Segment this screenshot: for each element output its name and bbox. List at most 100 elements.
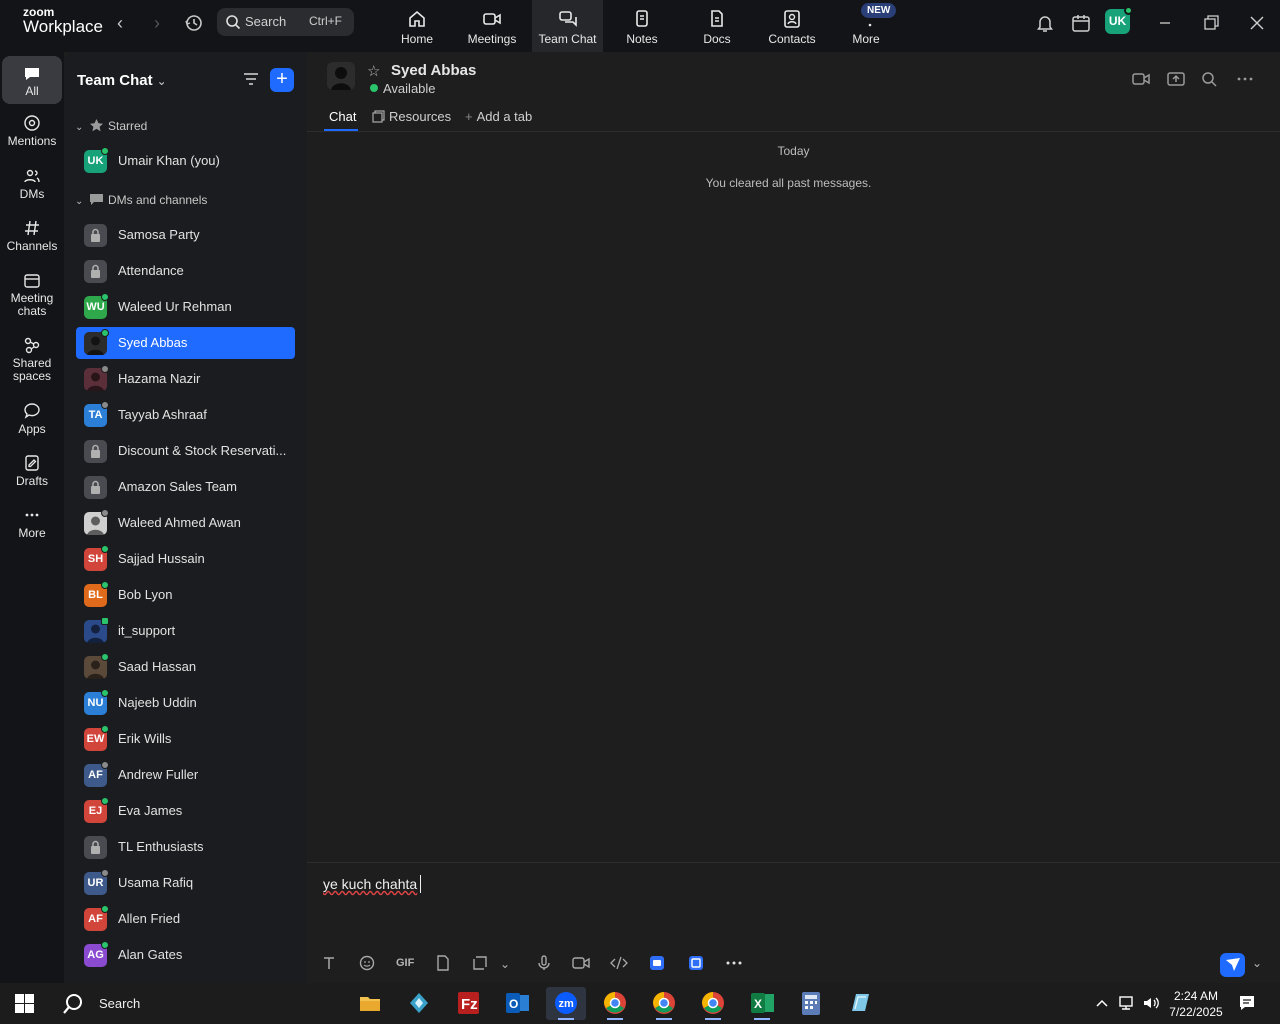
- chat-list-item[interactable]: AF Andrew Fuller: [76, 759, 295, 791]
- chrome-icon[interactable]: [595, 987, 635, 1020]
- screenshot-options-chevron-icon[interactable]: ⌄: [500, 957, 510, 971]
- chat-list-item[interactable]: Discount & Stock Reservati...: [76, 435, 295, 467]
- chat-list-item[interactable]: BL Bob Lyon: [76, 579, 295, 611]
- chat-list-item[interactable]: Attendance: [76, 255, 295, 287]
- notepad-icon[interactable]: [840, 987, 880, 1020]
- tab-home[interactable]: Home: [393, 0, 441, 52]
- rail-drafts[interactable]: Drafts: [2, 454, 62, 488]
- chat-list-item[interactable]: UK Umair Khan (you): [76, 145, 295, 177]
- chat-list-item[interactable]: NU Najeeb Uddin: [76, 687, 295, 719]
- emoji-icon[interactable]: [359, 955, 375, 971]
- search-icon[interactable]: [61, 992, 85, 1016]
- chat-list-item[interactable]: it_support: [76, 615, 295, 647]
- tab-chat[interactable]: Chat: [329, 109, 356, 124]
- volume-icon[interactable]: [1142, 995, 1160, 1011]
- rail-meeting-chats[interactable]: Meeting chats: [2, 271, 62, 318]
- chat-list-item[interactable]: Syed Abbas: [76, 327, 295, 359]
- message-input[interactable]: ye kuch chahta: [323, 875, 422, 893]
- chat-list-item[interactable]: TL Enthusiasts: [76, 831, 295, 863]
- presence-dot: [101, 329, 109, 337]
- app-shortcut-icon[interactable]: [649, 955, 665, 971]
- calculator-icon[interactable]: [791, 987, 831, 1020]
- chat-list-item[interactable]: EJ Eva James: [76, 795, 295, 827]
- file-explorer-icon[interactable]: [350, 987, 390, 1020]
- file-icon[interactable]: [435, 955, 451, 971]
- filter-icon[interactable]: [242, 70, 260, 88]
- chat-list-item[interactable]: TA Tayyab Ashraaf: [76, 399, 295, 431]
- notifications-icon[interactable]: [1238, 994, 1256, 1012]
- chat-list-item[interactable]: Saad Hassan: [76, 651, 295, 683]
- rail-apps[interactable]: Apps: [2, 402, 62, 436]
- chat-list-item[interactable]: UR Usama Rafiq: [76, 867, 295, 899]
- tab-notes[interactable]: Notes: [618, 0, 666, 52]
- history-icon[interactable]: [181, 10, 207, 36]
- app-shortcut-icon[interactable]: [688, 955, 704, 971]
- rail-mentions[interactable]: Mentions: [2, 114, 62, 148]
- send-button[interactable]: [1220, 953, 1245, 977]
- bell-icon[interactable]: [1034, 12, 1056, 34]
- video-message-icon[interactable]: [572, 955, 590, 971]
- chat-list-item[interactable]: Amazon Sales Team: [76, 471, 295, 503]
- tab-contacts[interactable]: Contacts: [766, 0, 818, 52]
- excel-icon[interactable]: X: [742, 987, 782, 1020]
- starred-section-header[interactable]: ⌄ Starred: [75, 118, 147, 133]
- minimize-icon[interactable]: [1154, 12, 1176, 34]
- chat-list-item[interactable]: EW Erik Wills: [76, 723, 295, 755]
- chat-list-item[interactable]: AF Allen Fried: [76, 903, 295, 935]
- rail-shared-spaces[interactable]: Shared spaces: [2, 336, 62, 383]
- send-options-chevron-icon[interactable]: ⌄: [1252, 956, 1262, 970]
- chat-list-item[interactable]: AG Alan Gates: [76, 939, 295, 971]
- microphone-icon[interactable]: [536, 955, 552, 971]
- message-composer[interactable]: ye kuch chahta GIF ⌄ ⌄: [307, 862, 1280, 983]
- more-options-icon[interactable]: [1236, 70, 1254, 88]
- system-clock[interactable]: 2:24 AM 7/22/2025: [1168, 988, 1224, 1020]
- global-search[interactable]: Search Ctrl+F: [217, 8, 354, 36]
- zoom-icon[interactable]: zm: [546, 987, 586, 1020]
- more-tools-icon[interactable]: [725, 955, 743, 971]
- user-avatar[interactable]: UK: [1105, 6, 1133, 34]
- network-icon[interactable]: [1117, 995, 1135, 1011]
- chat-list-item[interactable]: Hazama Nazir: [76, 363, 295, 395]
- rail-meeting-chats-label: Meeting chats: [10, 291, 54, 318]
- back-arrow-icon[interactable]: ‹: [108, 12, 132, 36]
- screenshot-icon[interactable]: [472, 955, 488, 971]
- gif-icon[interactable]: GIF: [396, 957, 414, 969]
- chat-list-item[interactable]: Samosa Party: [76, 219, 295, 251]
- chrome-icon[interactable]: [693, 987, 733, 1020]
- rail-all[interactable]: All: [2, 56, 62, 104]
- dms-section-header[interactable]: ⌄ DMs and channels: [75, 192, 207, 207]
- favorite-star-icon[interactable]: ☆: [367, 62, 380, 80]
- app-diamond-icon[interactable]: [399, 987, 439, 1020]
- tab-docs[interactable]: Docs: [695, 0, 739, 52]
- forward-arrow-icon[interactable]: ›: [145, 12, 169, 36]
- add-tab-button[interactable]: + Add a tab: [465, 109, 532, 124]
- tab-resources[interactable]: Resources: [372, 109, 451, 124]
- rail-more[interactable]: More: [2, 506, 62, 540]
- video-call-icon[interactable]: [1131, 70, 1151, 88]
- chrome-icon[interactable]: [644, 987, 684, 1020]
- chat-list-item-name: Amazon Sales Team: [118, 479, 237, 494]
- new-chat-button[interactable]: +: [270, 68, 294, 92]
- chevron-up-icon[interactable]: [1095, 996, 1109, 1010]
- chat-list-item[interactable]: WU Waleed Ur Rehman: [76, 291, 295, 323]
- windows-start-icon[interactable]: [15, 994, 34, 1013]
- rail-channels[interactable]: Channels: [2, 219, 62, 253]
- format-text-icon[interactable]: [321, 955, 337, 971]
- tab-meetings[interactable]: Meetings: [463, 0, 521, 52]
- chat-list-item[interactable]: Waleed Ahmed Awan: [76, 507, 295, 539]
- close-icon[interactable]: [1246, 12, 1268, 34]
- share-screen-icon[interactable]: [1166, 70, 1186, 88]
- restore-icon[interactable]: [1200, 12, 1222, 34]
- contact-avatar[interactable]: [327, 62, 355, 90]
- filezilla-icon[interactable]: Fz: [448, 987, 488, 1020]
- calendar-icon[interactable]: [1070, 12, 1092, 34]
- tab-team-chat[interactable]: Team Chat: [532, 0, 603, 52]
- rail-dms[interactable]: DMs: [2, 167, 62, 201]
- chat-list-item[interactable]: SH Sajjad Hussain: [76, 543, 295, 575]
- outlook-icon[interactable]: O: [497, 987, 537, 1020]
- taskbar-search[interactable]: Search: [99, 996, 140, 1011]
- code-block-icon[interactable]: [610, 955, 628, 971]
- lock-icon: [84, 224, 107, 247]
- search-icon[interactable]: [1200, 70, 1218, 88]
- sidebar-title[interactable]: Team Chat ⌄: [77, 72, 167, 89]
